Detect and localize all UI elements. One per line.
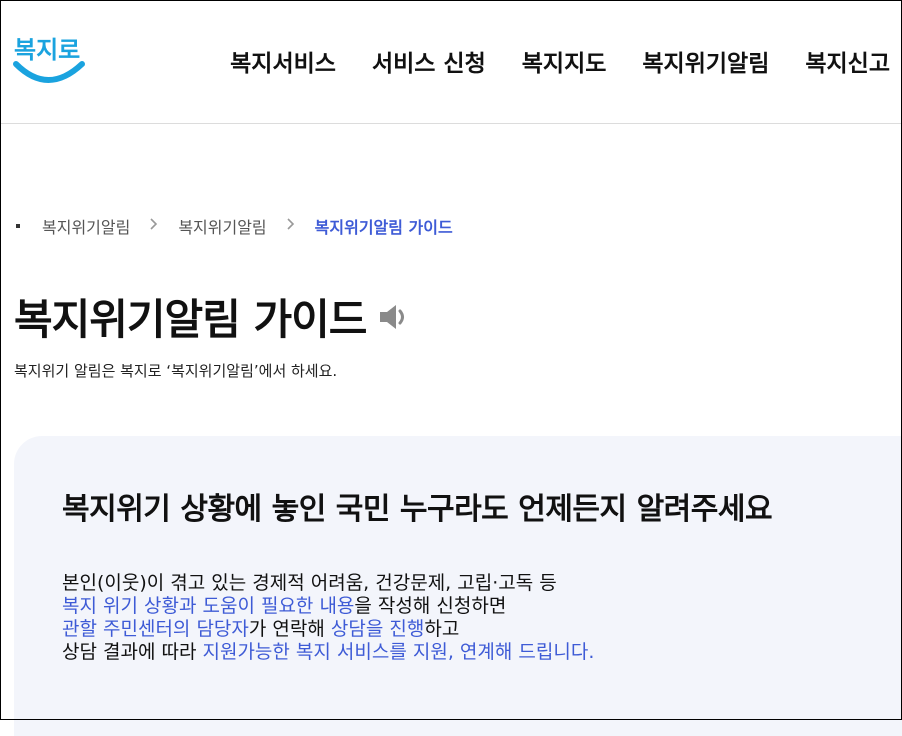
nav-welfare-service[interactable]: 복지서비스 [230, 44, 336, 78]
breadcrumb-current: 복지위기알림 가이드 [314, 218, 453, 237]
speaker-icon[interactable] [378, 302, 412, 332]
breadcrumb-item-2[interactable]: 복지위기알림 [178, 214, 266, 238]
info-line-2-text: 을 작성해 신청하면 [354, 595, 507, 617]
info-line-2-highlight: 복지 위기 상황과 도움이 필요한 내용 [62, 595, 355, 617]
title-row: 복지위기알림 가이드 [14, 286, 412, 347]
breadcrumb-bullet [16, 224, 20, 228]
bokjiro-logo[interactable]: 복지로 [12, 28, 90, 94]
info-line-3-highlight-1: 관할 주민센터의 담당자 [62, 618, 249, 640]
info-line-4: 상담 결과에 따라 지원가능한 복지 서비스를 지원, 연계해 드립니다. [62, 641, 594, 664]
info-line-3-highlight-2: 상담을 진행 [330, 618, 425, 640]
info-line-4-text: 상담 결과에 따라 [62, 641, 203, 663]
chevron-right-icon [287, 218, 295, 234]
info-line-1: 본인(이웃)이 겪고 있는 경제적 어려움, 건강문제, 고립·고독 등 [62, 572, 594, 595]
logo-smile-icon [13, 61, 85, 83]
info-line-1-text: 본인(이웃)이 겪고 있는 경제적 어려움, 건강문제, 고립·고독 등 [62, 572, 557, 594]
nav-welfare-report[interactable]: 복지신고 [805, 44, 890, 78]
info-line-3: 관할 주민센터의 담당자가 연락해 상담을 진행하고 [62, 618, 594, 641]
nav-service-apply[interactable]: 서비스 신청 [372, 44, 486, 78]
page-title: 복지위기알림 가이드 [14, 295, 367, 344]
site-header: 복지로 복지서비스 서비스 신청 복지지도 복지위기알림 복지신고 [0, 0, 902, 124]
info-line-3-text-end: 하고 [424, 618, 460, 640]
info-body: 본인(이웃)이 겪고 있는 경제적 어려움, 건강문제, 고립·고독 등 복지 … [62, 572, 594, 664]
main-nav: 복지서비스 서비스 신청 복지지도 복지위기알림 복지신고 [194, 44, 890, 78]
chevron-right-icon [150, 218, 158, 234]
info-line-2: 복지 위기 상황과 도움이 필요한 내용을 작성해 신청하면 [62, 595, 594, 618]
info-box: 복지위기 상황에 놓인 국민 누구라도 언제든지 알려주세요 본인(이웃)이 겪… [14, 436, 902, 736]
info-heading: 복지위기 상황에 놓인 국민 누구라도 언제든지 알려주세요 [62, 492, 773, 527]
info-line-4-highlight: 지원가능한 복지 서비스를 지원, 연계해 드립니다. [202, 641, 595, 663]
breadcrumb-item-1[interactable]: 복지위기알림 [42, 214, 130, 238]
nav-crisis-alert[interactable]: 복지위기알림 [642, 44, 769, 78]
page-subtitle: 복지위기 알림은 복지로 ‘복지위기알림’에서 하세요. [14, 362, 338, 380]
info-line-3-text-mid: 가 연락해 [248, 618, 331, 640]
breadcrumb: 복지위기알림 복지위기알림 복지위기알림 가이드 [16, 214, 453, 238]
nav-welfare-map[interactable]: 복지지도 [522, 44, 607, 78]
